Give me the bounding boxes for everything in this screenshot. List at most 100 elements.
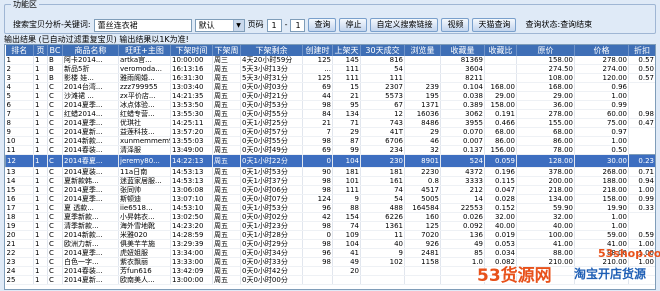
table-cell: 0.191 bbox=[484, 109, 517, 119]
table-row[interactable]: 19 1 C 清季新款... 海外雪地靴 14:23:20 周五 0天1小时23分 98 74 13… bbox=[5, 221, 656, 231]
table-row[interactable]: 21 1 C 欧洲力新... 俱美芊芊施 13:29:39 周五 0天0小时29分 98 104 4… bbox=[5, 239, 655, 249]
column-header[interactable]: 价格 bbox=[574, 45, 629, 56]
table-cell: C bbox=[47, 239, 63, 249]
page-from-input[interactable]: 1 bbox=[266, 18, 282, 32]
table-cell: 0天0小时49分 bbox=[240, 145, 303, 155]
table-cell: 21 bbox=[302, 118, 333, 128]
table-row[interactable]: 4 1 C 2014台湾... zzz799955 13:03:40 周五 0天0小时03分 6… bbox=[5, 82, 656, 92]
table-cell: 13:06:08 bbox=[170, 185, 213, 195]
stop-button[interactable]: 停止 bbox=[339, 18, 368, 32]
table-row[interactable]: 101C2014新款...xunmemmem90313:55:03周五0天0小时… bbox=[5, 136, 656, 146]
column-header[interactable]: 下架时间 bbox=[170, 45, 213, 56]
table-cell: 9 bbox=[360, 248, 405, 258]
video-button[interactable]: 视频 bbox=[441, 18, 470, 32]
column-header[interactable]: 排名 bbox=[5, 45, 34, 56]
table-row[interactable]: 1 1 B 阿卡2014... artka官... 10:00:00 周三 4天20小时59分… bbox=[5, 56, 655, 65]
table-cell: 5天3小时13分 bbox=[240, 64, 303, 74]
page-to-input[interactable]: 1 bbox=[290, 18, 306, 32]
column-header[interactable]: 创建时 bbox=[302, 45, 333, 56]
table-cell: 14:21:35 bbox=[170, 91, 213, 101]
table-cell: 0.137 bbox=[440, 145, 485, 155]
table-cell: 0天1小时22分 bbox=[240, 154, 303, 168]
column-header[interactable]: BC bbox=[47, 45, 63, 56]
table-row[interactable]: 14 1 C 夏新款韩... 迷蓝家居服... 14:53:13 周五 0天1小时37分 98 1… bbox=[5, 176, 655, 186]
table-cell: 紫衣飘丽 bbox=[118, 257, 171, 267]
table-cell bbox=[360, 275, 405, 285]
table-row[interactable]: 11 1 C 2014春装... 清泽服 13:49:00 周五 0天0小时49分 69 99 23… bbox=[5, 145, 656, 155]
table-row[interactable]: 17 1 C 夏 透款... iie6518... 14:53:10 周五 0天1小时53分 9… bbox=[5, 203, 655, 213]
column-header[interactable]: 收藏量 bbox=[440, 45, 485, 56]
table-cell: 21 bbox=[332, 91, 361, 101]
table-row[interactable]: 25 1 C 2014夏新... 欧南美人... 13:00:00 周五 0天0小时00分 bbox=[5, 275, 655, 285]
table-cell: 111 bbox=[360, 73, 405, 83]
column-header[interactable]: 原价 bbox=[516, 45, 575, 56]
table-cell: 欧南美人... bbox=[118, 275, 171, 285]
table-row[interactable]: 18 1 C 夏季新款... 小昇韩衣... 13:02:50 周五 0天0小时02分 42 15… bbox=[5, 212, 656, 222]
tmall-query-button[interactable]: 天猫查询 bbox=[472, 18, 517, 32]
table-row[interactable]: 22 1 C 2014夏季... 虎妞姐服 13:34:00 周五 0天0小时34分 96 41 9… bbox=[5, 248, 655, 258]
column-header[interactable]: 浏览量 bbox=[404, 45, 441, 56]
table-cell: 98 bbox=[302, 136, 333, 146]
sort-select[interactable]: 默认 ▼ bbox=[194, 18, 245, 32]
table-row[interactable]: 8 1 C 2014夏季... 优琪社 14:25:11 周五 0天1小时25分 21 71 743… bbox=[5, 118, 655, 128]
table-cell: 周五 bbox=[212, 176, 241, 186]
column-header[interactable]: 下架周 bbox=[212, 45, 241, 56]
table-row[interactable]: 24 1 C 2014春装... 芳fun616 13:42:09 周五 0天0小时42分 20 bbox=[5, 266, 655, 276]
column-header[interactable]: 30天成交 bbox=[360, 45, 405, 56]
table-row[interactable]: 7 1 C 红蜡2014... 红蜡专营... 13:55:30 周五 0天0小时55分 84 1… bbox=[5, 109, 655, 119]
table-row[interactable]: 13 1 C 2014夏装... 11a日南 14:53:13 周五 0天1小时53分 90 18… bbox=[5, 167, 655, 177]
column-header[interactable]: 上架天 bbox=[332, 45, 361, 56]
table-cell: 0天1小时28分 bbox=[240, 230, 303, 240]
table-cell: 49 bbox=[332, 257, 361, 267]
page-separator: - bbox=[284, 20, 288, 29]
column-header[interactable]: 收藏比 bbox=[484, 45, 517, 56]
table-cell: 4372 bbox=[440, 167, 485, 177]
table-row[interactable]: 16 1 C 2014夏季... 斯顿迪 13:07:10 周五 0天0小时07分 124 9 54… bbox=[5, 194, 655, 204]
column-header[interactable]: 商品名称 bbox=[62, 45, 119, 56]
chevron-down-icon[interactable]: ▼ bbox=[232, 19, 244, 31]
table-cell: 29 bbox=[404, 127, 441, 137]
table-cell: 13:02:50 bbox=[170, 212, 213, 222]
table-cell: 0天0小时33分 bbox=[240, 257, 303, 267]
table-row[interactable]: 6 1 C 2014夏季... 冰点体验... 13:53:50 周五 0天0小时53分 98 9… bbox=[5, 100, 656, 110]
table-row[interactable]: 2 1 B 新品5折 veromoda... 16:13:16 周五 5天3小时13分... 1… bbox=[5, 64, 655, 74]
table-cell: 42 bbox=[302, 212, 333, 222]
query-button[interactable]: 查询 bbox=[308, 18, 337, 32]
table-cell: 99 bbox=[332, 145, 361, 155]
table-cell: B bbox=[47, 64, 63, 74]
table-cell: 2014夏装... bbox=[62, 167, 119, 177]
table-cell: 16:13:16 bbox=[170, 64, 213, 74]
table-cell: 1 bbox=[33, 100, 48, 110]
table-cell: 71 bbox=[332, 118, 361, 128]
table-cell: 128.00 bbox=[516, 154, 575, 168]
table-row[interactable]: 23 1 C 白色一字... 紫衣飘丽 13:33:00 周五 0天0小时33分 98 49 102… bbox=[5, 257, 655, 267]
table-cell: 32.00 bbox=[484, 212, 517, 222]
table-cell: 90 bbox=[302, 167, 333, 177]
table-cell: 181 bbox=[332, 167, 361, 177]
results-caption: 输出结果 (已自动过滤重复宝贝) 输出结果以1K为准! bbox=[4, 35, 189, 44]
table-cell: 0.466 bbox=[484, 118, 517, 128]
column-header[interactable]: 折扣 bbox=[628, 45, 655, 56]
table-cell: 虎妞姐服 bbox=[118, 248, 171, 258]
table-cell: 36.00 bbox=[516, 100, 575, 110]
table-row[interactable]: 9 1 C 2014夏新... 益莲科技... 13:57:20 周五 0天0小时57分 7 29… bbox=[5, 127, 656, 137]
table-row[interactable]: 20 1 C 2014新款... 米雅020 14:28:59 周五 0天1小时28分 0 109… bbox=[5, 230, 655, 240]
custom-link-button[interactable]: 自定义搜索链接 bbox=[370, 18, 439, 32]
table-cell: 0天1小时25分 bbox=[240, 118, 303, 128]
table-cell: 1 bbox=[33, 275, 48, 285]
table-cell: 1 bbox=[33, 64, 48, 74]
table-cell: 1 bbox=[33, 118, 48, 128]
table-cell: 3955 bbox=[440, 118, 485, 128]
table-row[interactable]: 5 1 C 沙滩裙 ... zx平价店... 14:21:35 周五 0天0小时21分 44 21… bbox=[5, 91, 656, 101]
table-row[interactable]: 12 1 C 2014春夏... jeremy80... 14:22:13 周五 0天1小时2… bbox=[5, 154, 655, 168]
table-cell: 周五 bbox=[212, 127, 241, 137]
column-header[interactable]: 旺旺+主图 bbox=[118, 45, 171, 56]
table-cell: 1 bbox=[33, 73, 48, 83]
table-row[interactable]: 15 1 C 2014夏季... 张同帅 13:06:08 周五 0天0小时06分 98 111 7… bbox=[5, 185, 655, 195]
column-header[interactable]: 下架剩余 bbox=[240, 45, 303, 56]
results-grid[interactable]: 排名页 BC 商品名称 旺旺+主图 下架时间 下架周 下架剩余 创建时 上架天 30天成交 浏览量收… bbox=[4, 44, 656, 290]
table-cell: 23 bbox=[5, 257, 34, 267]
column-header[interactable]: 页 bbox=[33, 45, 48, 56]
keyword-input[interactable]: 蕾丝连衣裙 bbox=[93, 18, 192, 32]
table-row[interactable]: 3 1 B 影楼 娃... 雅雨阁婚... 16:31:30 周五 5天3小时31分 125 11… bbox=[5, 73, 655, 83]
